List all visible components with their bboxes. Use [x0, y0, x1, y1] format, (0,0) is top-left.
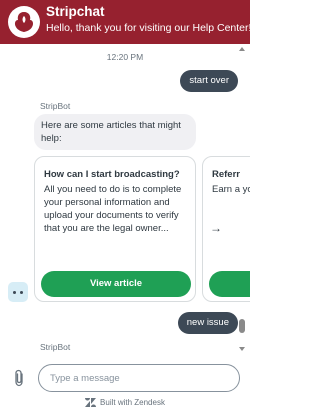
header-title: Stripchat [46, 4, 105, 19]
scroll-thumb[interactable] [239, 319, 245, 333]
header-subtitle: Hello, thank you for visiting our Help C… [46, 22, 252, 34]
powered-by[interactable]: Built with Zendesk [0, 398, 250, 409]
message-scrollbar[interactable] [238, 44, 246, 356]
view-article-button[interactable]: View article [41, 271, 191, 297]
arrow-right-icon[interactable]: → [206, 218, 226, 238]
paperclip-icon[interactable] [12, 369, 26, 392]
zendesk-logo-icon [85, 398, 97, 409]
bot-message: Here are some articles that might help: [34, 114, 196, 150]
article-title: Referr [212, 169, 240, 180]
bot-name: StripBot [40, 101, 71, 111]
stripchat-logo-icon [8, 6, 40, 38]
scroll-up-icon[interactable] [239, 47, 245, 51]
article-description: All you need to do is to complete your p… [44, 184, 182, 234]
powered-by-label: Built with Zendesk [100, 398, 165, 407]
article-card: How can I start broadcasting? All you ne… [34, 156, 196, 302]
article-carousel[interactable]: How can I start broadcasting? All you ne… [0, 156, 250, 306]
chat-footer: Built with Zendesk [0, 356, 250, 411]
typing-dots-icon [8, 282, 28, 302]
article-title: How can I start broadcasting? [44, 169, 180, 180]
user-message-new-issue: new issue [177, 312, 238, 334]
message-input[interactable] [38, 364, 240, 392]
message-log[interactable]: 12:20 PM start over StripBot Here are so… [0, 44, 250, 356]
bot-name: StripBot [40, 342, 71, 352]
chat-header: Stripchat Hello, thank you for visiting … [0, 0, 252, 44]
scroll-down-icon[interactable] [239, 347, 245, 351]
message-timestamp: 12:20 PM [106, 52, 144, 62]
user-message-start-over: start over [180, 70, 238, 92]
